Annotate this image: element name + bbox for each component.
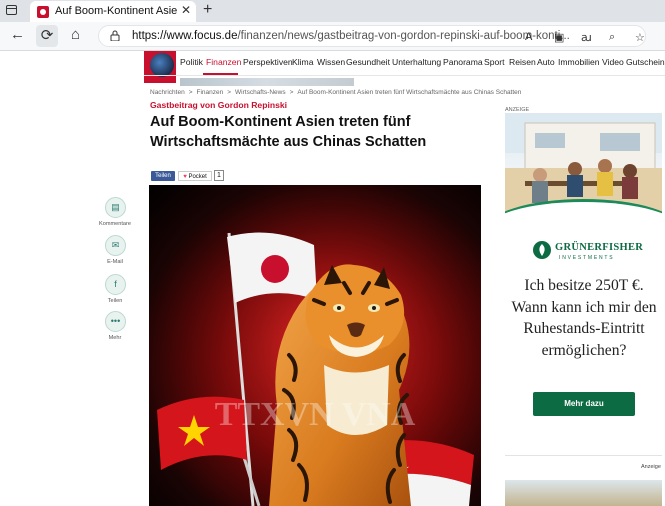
breadcrumb-item: Auf Boom-Kontinent Asien treten fünf Wir… <box>297 89 522 96</box>
address-bar[interactable]: https://www.focus.de/finanzen/news/gastb… <box>98 25 646 47</box>
home-icon[interactable]: ⌂ <box>71 26 80 43</box>
side-action-label: Teilen <box>107 298 123 304</box>
menu-item-klima[interactable]: Klima <box>292 57 314 67</box>
focus-favicon-icon <box>37 6 49 18</box>
side-action-label: E-Mail <box>107 259 123 265</box>
teaser-strip <box>180 78 354 86</box>
favorites-icon[interactable]: ☆ <box>635 31 645 44</box>
pocket-button[interactable]: ♥ Pocket <box>178 171 212 181</box>
translate-icon[interactable]: ꜷ <box>581 31 592 44</box>
side-action-label: Mehr <box>108 335 122 341</box>
breadcrumb-separator: > <box>188 89 193 96</box>
menu-item-gesundheit[interactable]: Gesundheit <box>346 57 390 67</box>
url-text[interactable]: https://www.focus.de/finanzen/news/gastb… <box>132 30 570 42</box>
pocket-label: Pocket <box>188 174 207 180</box>
tab-actions-icon[interactable] <box>6 5 17 15</box>
menu-item-reisen[interactable]: Reisen <box>509 57 536 67</box>
menu-item-video[interactable]: Video <box>602 57 624 67</box>
grunerfisher-logo-icon <box>533 241 551 259</box>
share-facebook-button[interactable]: Teilen <box>151 171 175 181</box>
ad2-label: Anzeige <box>641 464 661 470</box>
immersive-reader-icon[interactable]: ▣ <box>554 31 564 44</box>
menu-item-perspektiven[interactable]: Perspektiven <box>243 57 293 67</box>
facebook-icon[interactable]: f <box>105 274 126 295</box>
url-path: /finanzen/news/gastbeitrag-von-gordon-re… <box>237 30 570 42</box>
web-page: Nachrichten > Finanzen > Wirtschafts-News > Au… <box>0 51 665 506</box>
menu-item-unterhaltung[interactable]: Unterhaltung <box>392 57 441 67</box>
menu-item-wissen[interactable]: Wissen <box>317 57 345 67</box>
back-icon[interactable]: ← <box>10 26 25 43</box>
breadcrumb-item[interactable]: Nachrichten <box>150 89 185 96</box>
lock-icon[interactable] <box>110 30 120 44</box>
close-tab-button[interactable]: ✕ <box>181 3 191 17</box>
pocket-icon: ♥ <box>183 174 187 180</box>
article-headline: Auf Boom-Kontinent Asien treten fünf Wir… <box>150 114 427 150</box>
breadcrumb-separator: > <box>227 89 232 96</box>
tab-bar: Auf Boom-Kontinent Asien treten ✕ + <box>0 0 665 22</box>
ad-copy: Ich besitze 250T €. Wann kann ich mir de… <box>511 277 657 359</box>
menu-item-panorama[interactable]: Panorama <box>443 57 483 67</box>
navigation-bar: ← ⟳ ⌂ https://www.focus.de/finanzen/news… <box>0 22 665 51</box>
mail-icon[interactable]: ✉ <box>105 235 126 256</box>
menu-item-immobilien[interactable]: Immobilien <box>558 57 600 67</box>
reload-icon[interactable]: ⟳ <box>36 25 58 47</box>
comment-icon[interactable]: ▤ <box>105 197 126 218</box>
menu-item-finanzen[interactable]: Finanzen <box>206 57 241 67</box>
ad-cta-button[interactable]: Mehr dazu <box>533 392 635 416</box>
share-count: 1 <box>214 170 224 181</box>
hero-illustration: TTXVN VNA <box>149 185 481 506</box>
browser-tab[interactable]: Auf Boom-Kontinent Asien treten ✕ <box>30 1 196 22</box>
ad2-image[interactable] <box>505 480 662 506</box>
hero-image[interactable]: TTXVN VNA <box>149 185 481 506</box>
menu-item-auto[interactable]: Auto <box>537 57 555 67</box>
ad-divider <box>505 455 662 456</box>
new-tab-button[interactable]: + <box>203 1 212 19</box>
ad-brand-name: GRÜNERFISHER <box>555 242 644 253</box>
breadcrumb-item[interactable]: Finanzen <box>196 89 223 96</box>
breadcrumb-item[interactable]: Wirtschafts-News <box>235 89 286 96</box>
menu-item-sport[interactable]: Sport <box>484 57 505 67</box>
breadcrumb: Nachrichten > Finanzen > Wirtschafts-News > Au… <box>150 89 521 96</box>
url-domain: https://www.focus.de <box>132 30 238 42</box>
ad-photo <box>505 113 662 221</box>
ad-brand-sub: INVESTMENTS <box>559 255 615 261</box>
article-kicker: Gastbeitrag von Gordon Repinski <box>150 100 288 110</box>
tab-title: Auf Boom-Kontinent Asien treten <box>55 5 177 17</box>
menu-divider <box>144 75 665 76</box>
hero-watermark: TTXVN VNA <box>215 396 416 433</box>
breadcrumb-separator: > <box>289 89 294 96</box>
side-action-label: Kommentare <box>98 221 132 227</box>
zoom-icon[interactable]: ⌕ <box>609 31 615 44</box>
ad-banner[interactable]: GRÜNERFISHER INVESTMENTS Ich besitze 250… <box>505 113 662 451</box>
more-icon[interactable]: ••• <box>105 311 126 332</box>
read-aloud-icon[interactable]: A <box>525 31 532 43</box>
menu-item-politik[interactable]: Politik <box>180 57 203 67</box>
menu-item-gutscheine[interactable]: Gutscheine <box>626 57 665 67</box>
